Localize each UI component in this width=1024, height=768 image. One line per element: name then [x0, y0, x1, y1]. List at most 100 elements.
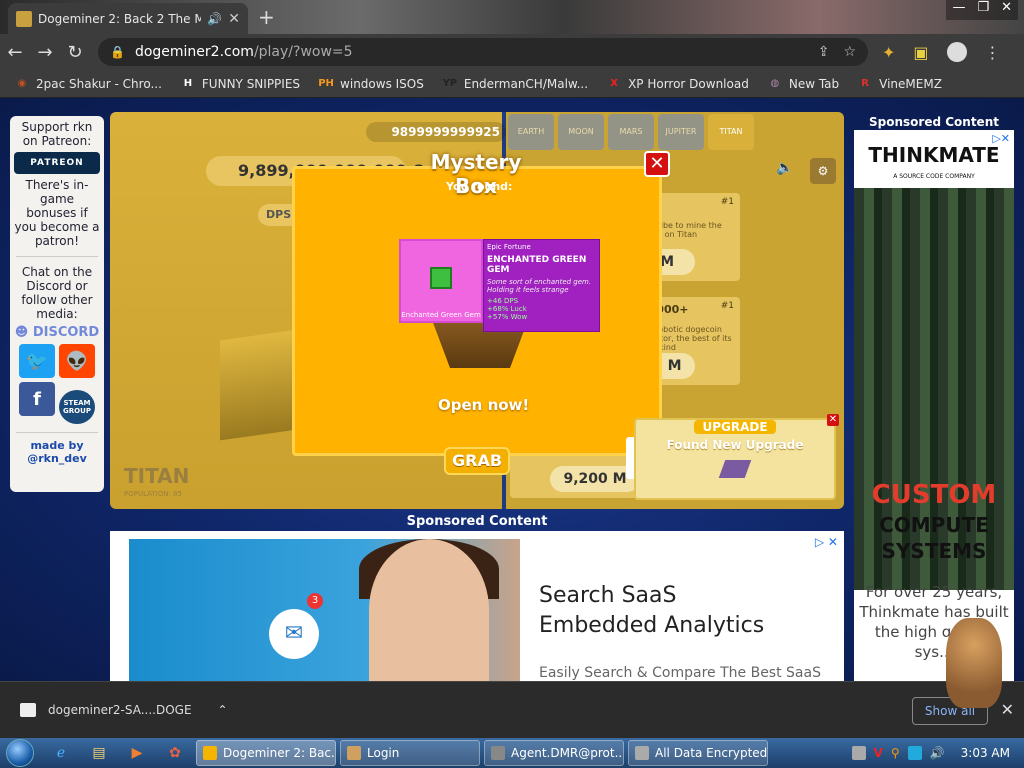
- bookmark-item[interactable]: X XP Horror Download: [606, 76, 749, 92]
- tray-volume-icon[interactable]: 🔊: [930, 746, 945, 760]
- taskbar-task[interactable]: Login: [340, 740, 480, 766]
- bookmark-label: EndermanCH/Malw...: [463, 76, 589, 91]
- task-icon: [203, 746, 217, 760]
- address-bar[interactable]: 🔒 dogeminer2.com/play/?wow=5 ⇪ ☆: [98, 38, 868, 66]
- bookmark-label: New Tab: [788, 76, 840, 91]
- ad-subheadline: COMPUTE SYSTEMS: [879, 513, 989, 563]
- bookmarks-bar: ◉ 2pac Shakur - Chro... H FUNNY SNIPPIES PH w…: [0, 70, 1024, 98]
- bookmark-item[interactable]: R VineMEMZ: [857, 76, 942, 92]
- settings-gear-icon[interactable]: ⚙: [810, 158, 836, 184]
- app-icon[interactable]: ✿: [158, 740, 192, 766]
- planet-tab[interactable]: MOON: [558, 114, 604, 150]
- menu-kebab-icon[interactable]: ⋮: [985, 43, 1001, 62]
- download-file-name[interactable]: dogeminer2-SA....DOGE: [48, 703, 192, 717]
- grab-button[interactable]: GRAB: [444, 447, 510, 475]
- item-description: Some sort of enchanted gem. Holding it f…: [487, 278, 592, 294]
- bookmark-label: 2pac Shakur - Chro...: [36, 76, 162, 91]
- yp-icon: YP: [442, 78, 458, 89]
- made-by-text: made by @rkn_dev: [27, 438, 87, 465]
- item-card-label: Enchanted Green Gem: [401, 311, 481, 319]
- tray-v-icon[interactable]: V: [874, 746, 883, 760]
- notification-badge: 3: [307, 593, 323, 609]
- facebook-icon[interactable]: f: [19, 382, 55, 416]
- extensions-puzzle-icon[interactable]: ✦: [882, 43, 895, 62]
- item-card[interactable]: Enchanted Green Gem: [399, 239, 483, 323]
- speaker-icon[interactable]: 🔊: [207, 12, 222, 26]
- url-text: dogeminer2.com/play/?wow=5: [134, 44, 353, 60]
- profile-avatar-icon[interactable]: [946, 42, 967, 62]
- adchoices-icon[interactable]: ▷✕: [992, 132, 1010, 145]
- close-window-button[interactable]: ✕: [1001, 0, 1012, 20]
- planet-tab[interactable]: TITAN: [708, 114, 754, 150]
- explorer-folder-icon[interactable]: ▤: [82, 740, 116, 766]
- bookmark-item[interactable]: PH windows ISOS: [318, 76, 424, 92]
- tab-close-icon[interactable]: ✕: [228, 11, 240, 27]
- planet-tab[interactable]: MARS: [608, 114, 654, 150]
- minimize-button[interactable]: —: [952, 0, 965, 20]
- stat-dps: +46 DPS: [487, 297, 519, 305]
- share-icon[interactable]: ⇪: [818, 44, 830, 60]
- taskbar-tasks: Dogeminer 2: Bac... Login Agent.DMR@prot..…: [196, 740, 768, 766]
- ie-icon[interactable]: ℯ: [44, 740, 78, 766]
- planet-tab[interactable]: EARTH: [508, 114, 554, 150]
- browser-tab[interactable]: Dogeminer 2: Back 2 The Moon 🔊 ✕: [8, 3, 248, 34]
- open-now-button[interactable]: Open now!: [438, 396, 529, 414]
- h-icon: H: [183, 78, 193, 89]
- media-player-icon[interactable]: ▶: [120, 740, 154, 766]
- steam-group-icon[interactable]: STEAM GROUP: [59, 389, 95, 424]
- side-panel-icon[interactable]: ▣: [913, 43, 928, 62]
- windows-logo-icon: [6, 739, 34, 767]
- upgrade-popup[interactable]: UPGRADE Found New Upgrade: [634, 418, 836, 500]
- maximize-button[interactable]: ❐: [977, 0, 989, 20]
- patreon-panel: Support rkn on Patreon: PATREON There's i…: [10, 116, 104, 492]
- discord-link[interactable]: ☻ DISCORD: [10, 325, 104, 340]
- bookmark-label: XP Horror Download: [628, 76, 749, 91]
- start-button[interactable]: [0, 738, 40, 768]
- upgrade-close-button[interactable]: ✕: [827, 414, 839, 426]
- clock[interactable]: 3:03 AM: [961, 746, 1010, 760]
- tray-monitor-icon[interactable]: [907, 746, 922, 760]
- task-label: All Data Encrypted: [655, 746, 768, 760]
- patreon-button[interactable]: PATREON: [14, 152, 100, 174]
- taskbar-task[interactable]: All Data Encrypted: [628, 740, 768, 766]
- dogeminer-favicon-icon: [16, 10, 32, 27]
- tray-app-icon[interactable]: [851, 746, 866, 760]
- back-arrow-icon[interactable]: ←: [0, 42, 30, 63]
- task-icon: [635, 746, 649, 760]
- forward-arrow-icon[interactable]: →: [30, 42, 60, 63]
- taskbar-task[interactable]: Dogeminer 2: Bac...: [196, 740, 336, 766]
- thinkmate-logo: THINKMATE A SOURCE CODE COMPANY: [854, 144, 1014, 188]
- you-found-text: You found:: [446, 180, 513, 193]
- downloads-bar: dogeminer2-SA....DOGE ⌃: [0, 681, 1024, 738]
- task-icon: [347, 746, 361, 760]
- doge-sticker-icon: [946, 618, 1002, 708]
- x-icon: X: [610, 78, 618, 89]
- chevron-up-icon[interactable]: ⌃: [218, 703, 228, 717]
- downloads-close-icon[interactable]: ✕: [1001, 700, 1014, 719]
- browser-toolbar: ← → ↻ 🔒 dogeminer2.com/play/?wow=5 ⇪ ☆ ✦…: [0, 34, 1024, 70]
- reload-icon[interactable]: ↻: [60, 42, 90, 63]
- twitter-icon[interactable]: 🐦: [19, 344, 55, 378]
- saas-ad[interactable]: ✉ 3 Search SaaS Embedded Analytics Easil…: [110, 531, 844, 681]
- reddit-icon[interactable]: 👽: [59, 344, 95, 378]
- taskbar-task[interactable]: Agent.DMR@prot...: [484, 740, 624, 766]
- tab-title: Dogeminer 2: Back 2 The Moon: [38, 11, 202, 26]
- tray-search-icon[interactable]: ⚲: [891, 746, 900, 760]
- item-rarity: Epic Fortune: [487, 243, 531, 251]
- bookmark-star-icon[interactable]: ☆: [843, 44, 856, 60]
- bookmark-item[interactable]: ◉ 2pac Shakur - Chro...: [14, 76, 162, 92]
- thinkmate-ad[interactable]: THINKMATE A SOURCE CODE COMPANY CUSTOM CO…: [854, 130, 1014, 681]
- location-name: TITAN: [124, 464, 190, 488]
- upgrade-item-icon: [718, 460, 752, 478]
- bookmark-item[interactable]: ◍ New Tab: [767, 76, 839, 92]
- planet-tab[interactable]: JUPITER: [658, 114, 704, 150]
- bookmark-label: VineMEMZ: [879, 76, 942, 91]
- bookmark-item[interactable]: H FUNNY SNIPPIES: [180, 76, 300, 92]
- adchoices-icon[interactable]: ▷ ✕: [815, 535, 838, 549]
- bookmark-item[interactable]: YP EndermanCH/Malw...: [442, 76, 589, 92]
- new-tab-button[interactable]: +: [258, 7, 278, 28]
- modal-close-button[interactable]: ✕: [644, 151, 670, 177]
- sponsored-label-bottom: Sponsored Content: [406, 514, 548, 529]
- population-text: POPULATION: 85: [124, 490, 182, 498]
- sound-icon[interactable]: 🔈: [776, 160, 798, 182]
